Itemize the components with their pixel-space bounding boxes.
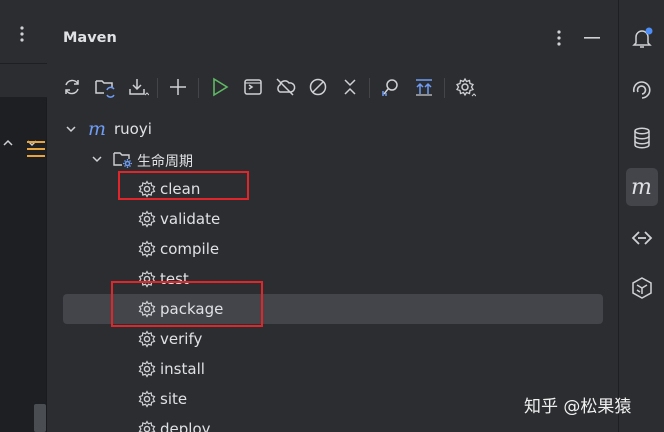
editor-strip — [0, 0, 47, 432]
more-options-icon[interactable] — [14, 24, 30, 44]
reload-all-icon — [65, 79, 79, 95]
goal-label: compile — [160, 240, 220, 258]
reload-project-button[interactable] — [93, 75, 117, 99]
execute-goal-button[interactable] — [241, 75, 265, 99]
maven-m-icon: m — [88, 119, 106, 139]
watermark-text: 知乎 @松果猿 — [524, 397, 632, 417]
settings-icon — [456, 77, 476, 97]
ai-assistant-icon[interactable] — [630, 78, 654, 102]
notifications-icon[interactable] — [630, 26, 654, 50]
download-button[interactable] — [126, 75, 150, 99]
maven-tool-icon[interactable]: m — [630, 175, 654, 199]
goal-label: deploy — [160, 420, 211, 432]
goal-label: validate — [160, 210, 221, 228]
goal-row-validate[interactable]: validate — [48, 204, 618, 234]
goal-gear-icon — [138, 210, 156, 228]
analyze-deps-icon — [382, 79, 398, 96]
maven-panel: Maven m ruoyi 生命周期 clean validate compil… — [48, 0, 618, 432]
editor-tab-bar — [0, 0, 47, 64]
chevron-down-icon[interactable] — [90, 152, 104, 166]
run-button[interactable] — [208, 75, 232, 99]
add-project-button[interactable] — [166, 75, 190, 99]
run-icon — [213, 77, 229, 97]
goal-label: install — [160, 360, 205, 378]
settings-button[interactable] — [453, 75, 477, 99]
editor-scrollbar[interactable] — [34, 404, 46, 432]
goal-row-test[interactable]: test — [48, 264, 618, 294]
expand-button[interactable] — [412, 75, 436, 99]
tree-node-lifecycle[interactable]: 生命周期 — [48, 144, 618, 174]
tree-node-project[interactable]: m ruoyi — [48, 114, 618, 144]
structure-icon — [27, 141, 45, 157]
skip-tests-button[interactable] — [306, 75, 330, 99]
offline-mode-icon — [276, 78, 296, 96]
minimize-icon[interactable] — [584, 36, 600, 40]
chevron-up-icon[interactable] — [1, 136, 15, 150]
lifecycle-folder-icon — [113, 152, 132, 168]
execute-goal-icon — [244, 79, 262, 95]
panel-options-icon[interactable] — [552, 29, 566, 47]
maven-toolbar — [48, 70, 618, 104]
svg-text:m: m — [88, 119, 106, 139]
goal-gear-icon — [138, 270, 156, 288]
goal-gear-icon — [138, 240, 156, 258]
goal-gear-icon — [138, 300, 156, 318]
skip-tests-icon — [309, 78, 327, 96]
toolbar-separator — [198, 78, 199, 98]
goal-gear-icon — [138, 180, 156, 198]
project-label: ruoyi — [114, 120, 152, 138]
toolbar-separator — [157, 78, 158, 98]
add-project-icon — [170, 79, 186, 95]
endpoints-icon[interactable] — [630, 226, 654, 250]
goal-label: package — [160, 300, 224, 318]
lifecycle-label: 生命周期 — [137, 154, 193, 170]
panel-title: Maven — [63, 30, 117, 46]
goal-gear-icon — [138, 390, 156, 408]
toolbar-separator — [369, 78, 370, 98]
collapse-all-icon — [344, 79, 356, 95]
chevron-down-icon[interactable] — [64, 122, 78, 136]
goal-row-compile[interactable]: compile — [48, 234, 618, 264]
goal-label: test — [160, 270, 189, 288]
goal-row-install[interactable]: install — [48, 354, 618, 384]
reload-project-icon — [95, 80, 115, 98]
goal-label: site — [160, 390, 188, 408]
goal-row-package[interactable]: package — [48, 294, 618, 324]
download-sources-icon — [129, 79, 149, 96]
goal-row-verify[interactable]: verify — [48, 324, 618, 354]
svg-text:m: m — [631, 175, 652, 199]
plugin-services-icon[interactable] — [630, 276, 654, 300]
analyze-deps-button[interactable] — [379, 75, 403, 99]
toolbar-separator — [444, 78, 445, 98]
goal-row-clean[interactable]: clean — [48, 174, 618, 204]
reload-all-button[interactable] — [60, 75, 84, 99]
goal-label: verify — [160, 330, 203, 348]
goal-gear-icon — [138, 330, 156, 348]
goal-gear-icon — [138, 420, 156, 432]
offline-mode-button[interactable] — [273, 75, 297, 99]
goal-label: clean — [160, 180, 201, 198]
database-icon[interactable] — [630, 126, 654, 150]
goal-gear-icon — [138, 360, 156, 378]
right-tool-strip: m — [618, 0, 664, 432]
expand-all-icon — [416, 79, 432, 96]
collapse-all-button[interactable] — [338, 75, 362, 99]
editor-nav-bar — [0, 64, 47, 147]
